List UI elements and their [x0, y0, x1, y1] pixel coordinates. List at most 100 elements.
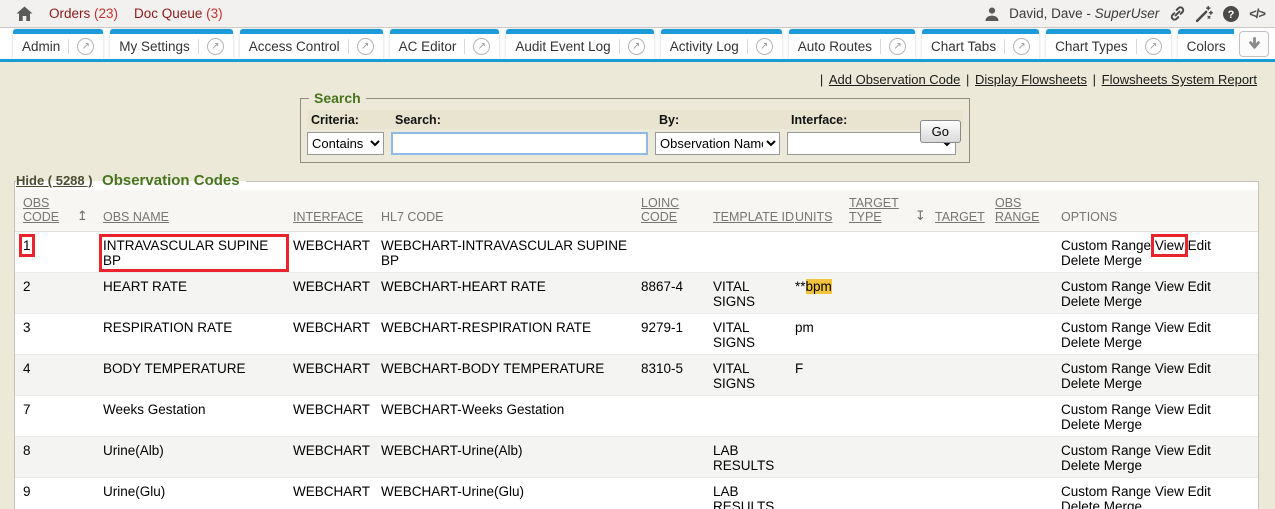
sort-descending-icon[interactable]: ↧ [915, 209, 926, 224]
units-cell [795, 437, 849, 478]
target-type-cell [849, 437, 915, 478]
open-in-new-icon[interactable]: ↗ [1145, 38, 1162, 55]
header-target-type[interactable]: TARGET TYPE [849, 196, 899, 224]
header-loinc-code[interactable]: LOINC CODE [641, 196, 679, 224]
tab-my-settings[interactable]: My Settings↗ [110, 29, 233, 59]
table-row: 3 RESPIRATION RATE WEBCHART WEBCHART-RES… [15, 314, 1258, 355]
merge-option[interactable]: Merge [1104, 335, 1142, 350]
view-option[interactable]: View [1155, 484, 1184, 499]
flowsheets-system-report-link[interactable]: Flowsheets System Report [1102, 72, 1257, 87]
view-option[interactable]: View [1155, 443, 1184, 458]
display-flowsheets-link[interactable]: Display Flowsheets [975, 72, 1087, 87]
loinc-code-cell [641, 478, 713, 509]
delete-option[interactable]: Delete [1061, 335, 1100, 350]
target-cell [935, 314, 995, 355]
edit-option[interactable]: Edit [1188, 402, 1211, 417]
link-icon[interactable] [1168, 5, 1186, 23]
obs-range-cell [995, 437, 1061, 478]
hide-count-link[interactable]: Hide ( 5288 ) [16, 173, 93, 188]
tab-chart-tabs[interactable]: Chart Tabs↗ [922, 29, 1039, 59]
target-type-cell [849, 232, 915, 273]
view-option-annotated[interactable]: View [1155, 238, 1184, 253]
merge-option[interactable]: Merge [1104, 499, 1142, 509]
header-obs-range[interactable]: OBS RANGE [995, 196, 1039, 224]
tab-auto-routes[interactable]: Auto Routes↗ [789, 29, 915, 59]
tab-ac-editor[interactable]: AC Editor↗ [390, 29, 500, 59]
hl7-code-cell: WEBCHART-RESPIRATION RATE [381, 314, 641, 355]
open-in-new-icon[interactable]: ↗ [1013, 38, 1030, 55]
view-option[interactable]: View [1155, 361, 1184, 376]
sort-ascending-icon[interactable]: ↥ [77, 209, 88, 224]
open-in-new-icon[interactable]: ↗ [357, 38, 374, 55]
custom-range-option[interactable]: Custom Range [1061, 402, 1151, 417]
open-in-new-icon[interactable]: ↗ [628, 38, 645, 55]
tab-activity-log[interactable]: Activity Log ↗ [661, 29, 782, 59]
header-template-id[interactable]: TEMPLATE ID [713, 210, 794, 224]
custom-range-option[interactable]: Custom Range [1061, 320, 1151, 335]
delete-option[interactable]: Delete [1061, 499, 1100, 509]
delete-option[interactable]: Delete [1061, 376, 1100, 391]
view-option[interactable]: View [1155, 320, 1184, 335]
edit-option[interactable]: Edit [1188, 484, 1211, 499]
custom-range-option[interactable]: Custom Range [1061, 238, 1151, 253]
view-option[interactable]: View [1155, 279, 1184, 294]
more-tabs-button[interactable] [1239, 31, 1269, 57]
open-in-new-icon[interactable]: ↗ [207, 38, 224, 55]
header-interface[interactable]: INTERFACE [293, 210, 363, 224]
merge-option[interactable]: Merge [1104, 253, 1142, 268]
header-target[interactable]: TARGET [935, 210, 985, 224]
current-user[interactable]: David, Dave - SuperUser [1009, 6, 1159, 21]
header-units[interactable]: UNITS [795, 210, 833, 224]
custom-range-option[interactable]: Custom Range [1061, 361, 1151, 376]
delete-option[interactable]: Delete [1061, 458, 1100, 473]
observation-codes-title: Observation Codes [102, 172, 240, 189]
custom-range-option[interactable]: Custom Range [1061, 443, 1151, 458]
obs-name-cell: HEART RATE [103, 273, 293, 314]
user-name-text: David, Dave - [1009, 6, 1095, 21]
edit-option[interactable]: Edit [1188, 443, 1211, 458]
obs-range-cell [995, 478, 1061, 509]
options-cell: Custom Range View Edit Delete Merge [1061, 355, 1258, 396]
open-in-new-icon[interactable]: ↗ [77, 38, 94, 55]
tab-audit-event-log[interactable]: Audit Event Log↗ [506, 29, 653, 59]
tab-chart-types[interactable]: Chart Types↗ [1046, 29, 1171, 59]
obs-range-cell [995, 273, 1061, 314]
edit-option[interactable]: Edit [1188, 361, 1211, 376]
add-observation-code-link[interactable]: Add Observation Code [829, 72, 961, 87]
merge-option[interactable]: Merge [1104, 458, 1142, 473]
search-input[interactable] [391, 132, 648, 155]
header-obs-code[interactable]: OBS CODE [23, 196, 59, 224]
open-in-new-icon[interactable]: ↗ [889, 38, 906, 55]
open-in-new-icon[interactable]: ↗ [756, 38, 773, 55]
delete-option[interactable]: Delete [1061, 294, 1100, 309]
svg-text:?: ? [1228, 9, 1235, 21]
home-icon[interactable] [16, 6, 33, 22]
edit-option[interactable]: Edit [1188, 320, 1211, 335]
merge-option[interactable]: Merge [1104, 376, 1142, 391]
edit-option[interactable]: Edit [1188, 279, 1211, 294]
nav-doc-queue[interactable]: Doc Queue (3) [134, 6, 223, 21]
by-select[interactable]: Observation Name [655, 132, 780, 155]
merge-option[interactable]: Merge [1104, 294, 1142, 309]
tab-label: Activity Log [670, 39, 739, 54]
criteria-select[interactable]: Contains [307, 132, 384, 155]
help-icon[interactable]: ? [1222, 5, 1240, 23]
go-button[interactable]: Go [920, 120, 961, 143]
view-option[interactable]: View [1155, 402, 1184, 417]
nav-orders[interactable]: Orders (23) [49, 6, 118, 21]
open-in-new-icon[interactable]: ↗ [473, 38, 490, 55]
custom-range-option[interactable]: Custom Range [1061, 279, 1151, 294]
delete-option[interactable]: Delete [1061, 253, 1100, 268]
units-cell [795, 396, 849, 437]
interface-cell: WEBCHART [293, 232, 381, 273]
custom-range-option[interactable]: Custom Range [1061, 484, 1151, 499]
header-obs-name[interactable]: OBS NAME [103, 210, 169, 224]
tab-access-control[interactable]: Access Control↗ [240, 29, 383, 59]
merge-option[interactable]: Merge [1104, 417, 1142, 432]
edit-option[interactable]: Edit [1188, 238, 1211, 253]
loinc-code-cell: 8867-4 [641, 273, 713, 314]
code-icon[interactable]: </> [1249, 6, 1265, 21]
wand-icon[interactable] [1195, 5, 1213, 23]
delete-option[interactable]: Delete [1061, 417, 1100, 432]
tab-admin[interactable]: Admin↗ [13, 29, 103, 59]
